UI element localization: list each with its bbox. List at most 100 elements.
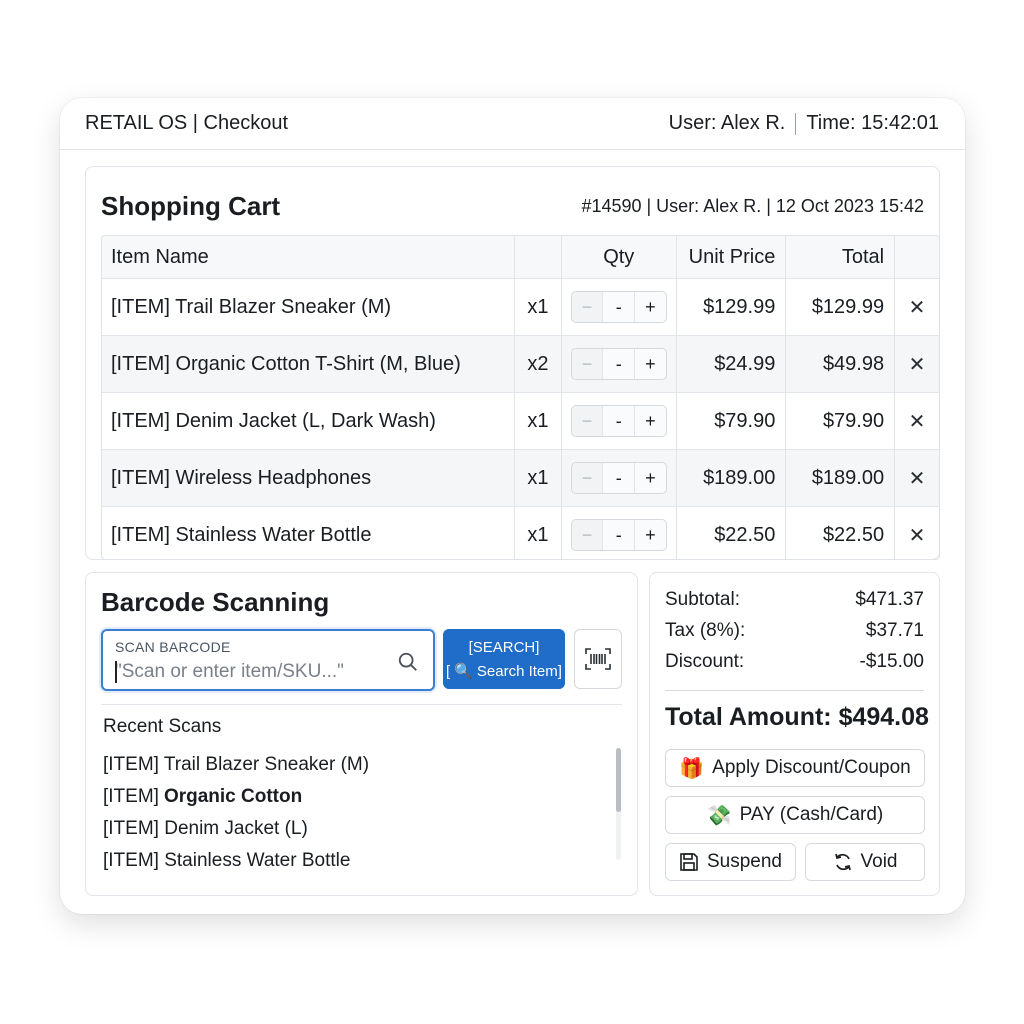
remove-item-button[interactable]: ✕ — [895, 507, 939, 559]
item-name: [ITEM] Trail Blazer Sneaker (M) — [102, 279, 515, 335]
search-button-label-row: [ 🔍 Search Item] — [443, 662, 565, 681]
line-total: $129.99 — [786, 279, 896, 335]
table-row: [ITEM] Stainless Water Bottle x1 − - + $… — [102, 506, 939, 559]
search-icon[interactable] — [397, 651, 419, 673]
item-qty: x1 — [515, 450, 562, 506]
barcode-scan-button[interactable] — [574, 629, 622, 689]
decrement-button[interactable]: - — [603, 520, 636, 550]
qty-cell: − - + — [562, 336, 677, 392]
increment-button[interactable]: + — [635, 463, 666, 493]
barcode-icon — [585, 648, 611, 670]
close-icon: ✕ — [908, 410, 926, 433]
column-unit-price: Unit Price — [677, 236, 787, 278]
discount-row: Discount: -$15.00 — [665, 651, 924, 673]
search-item-button[interactable]: [SEARCH] [ 🔍 Search Item] — [443, 629, 565, 689]
cart-table: Item Name Qty Unit Price Total [ITEM] Tr… — [101, 235, 940, 560]
search-button-label: Search Item] — [476, 662, 562, 680]
void-button[interactable]: Void — [805, 843, 925, 881]
barcode-input-label: SCAN BARCODE — [115, 639, 231, 655]
decrement-button[interactable]: - — [603, 463, 636, 493]
search-button-bracket: [ — [446, 662, 451, 680]
close-icon: ✕ — [908, 524, 926, 547]
magnifier-icon: 🔍 — [454, 663, 473, 680]
divider — [101, 704, 622, 705]
remove-item-button[interactable]: ✕ — [895, 450, 939, 506]
text-caret — [115, 661, 117, 683]
list-item[interactable]: [ITEM] Trail Blazer Sneaker (M) — [103, 749, 603, 781]
recent-scans-title: Recent Scans — [103, 716, 222, 737]
line-total: $79.90 — [786, 393, 896, 449]
tax-row: Tax (8%): $37.71 — [665, 620, 924, 642]
table-row: [ITEM] Trail Blazer Sneaker (M) x1 − - +… — [102, 278, 939, 335]
qty-cell: − - + — [562, 393, 677, 449]
decrement-disabled-button[interactable]: − — [571, 406, 604, 436]
discount-value: -$15.00 — [859, 651, 924, 672]
pay-label: PAY (Cash/Card) — [739, 804, 884, 825]
total-amount: Total Amount: $494.08 — [665, 703, 929, 731]
unit-price: $24.99 — [677, 336, 787, 392]
recent-scans-list: [ITEM] Trail Blazer Sneaker (M) [ITEM] Or… — [103, 749, 603, 877]
decrement-button[interactable]: - — [603, 349, 636, 379]
current-time: Time: 15:42:01 — [806, 112, 939, 134]
close-icon: ✕ — [908, 296, 926, 319]
tax-label: Tax (8%): — [665, 620, 746, 641]
column-remove — [895, 236, 939, 278]
search-button-top-label: [SEARCH] — [468, 639, 540, 656]
close-icon: ✕ — [908, 353, 926, 376]
column-count — [515, 236, 562, 278]
increment-button[interactable]: + — [635, 406, 666, 436]
unit-price: $189.00 — [677, 450, 787, 506]
increment-button[interactable]: + — [635, 292, 666, 322]
item-name: [ITEM] Wireless Headphones — [102, 450, 515, 506]
suspend-button[interactable]: Suspend — [665, 843, 796, 881]
qty-cell: − - + — [562, 450, 677, 506]
quantity-stepper: − - + — [570, 291, 667, 323]
item-name: [ITEM] Stainless Water Bottle — [102, 507, 515, 559]
unit-price: $79.90 — [677, 393, 787, 449]
current-user: User: Alex R. — [668, 112, 786, 134]
item-name: [ITEM] Denim Jacket (L, Dark Wash) — [102, 393, 515, 449]
app-title: RETAIL OS | Checkout — [85, 112, 289, 134]
list-item[interactable]: [ITEM] Stainless Water Bottle — [103, 845, 603, 877]
table-row: [ITEM] Wireless Headphones x1 − - + $189… — [102, 449, 939, 506]
item-qty: x1 — [515, 393, 562, 449]
column-item-name: Item Name — [102, 236, 515, 278]
unit-price: $22.50 — [677, 507, 787, 559]
table-row: [ITEM] Organic Cotton T-Shirt (M, Blue) … — [102, 335, 939, 392]
decrement-button[interactable]: - — [603, 292, 636, 322]
quantity-stepper: − - + — [570, 405, 667, 437]
apply-discount-button[interactable]: 🎁 Apply Discount/Coupon — [665, 749, 925, 787]
table-row: [ITEM] Denim Jacket (L, Dark Wash) x1 − … — [102, 392, 939, 449]
line-total: $22.50 — [786, 507, 896, 559]
decrement-disabled-button[interactable]: − — [571, 349, 604, 379]
save-icon — [680, 853, 698, 871]
column-qty: Qty — [562, 236, 677, 278]
list-item[interactable]: [ITEM] Denim Jacket (L) — [103, 813, 603, 845]
decrement-disabled-button[interactable]: − — [571, 520, 604, 550]
subtotal-label: Subtotal: — [665, 589, 740, 610]
tax-value: $37.71 — [865, 620, 924, 641]
scrollbar-thumb[interactable] — [616, 748, 621, 812]
remove-item-button[interactable]: ✕ — [895, 336, 939, 392]
list-item[interactable]: [ITEM] Organic Cotton — [103, 781, 603, 813]
remove-item-button[interactable]: ✕ — [895, 279, 939, 335]
decrement-disabled-button[interactable]: − — [571, 292, 604, 322]
decrement-button[interactable]: - — [603, 406, 636, 436]
decrement-disabled-button[interactable]: − — [571, 463, 604, 493]
close-icon: ✕ — [908, 467, 926, 490]
increment-button[interactable]: + — [635, 520, 666, 550]
pay-button[interactable]: 💸 PAY (Cash/Card) — [665, 796, 925, 834]
quantity-stepper: − - + — [570, 462, 667, 494]
line-total: $49.98 — [786, 336, 896, 392]
title-bar: RETAIL OS | Checkout User: Alex R. Time:… — [60, 98, 965, 150]
scan-panel-title: Barcode Scanning — [101, 587, 330, 617]
table-header-row: Item Name Qty Unit Price Total — [102, 236, 939, 278]
cart-title: Shopping Cart — [101, 190, 281, 221]
remove-item-button[interactable]: ✕ — [895, 393, 939, 449]
increment-button[interactable]: + — [635, 349, 666, 379]
barcode-input[interactable]: SCAN BARCODE "Scan or enter item/SKU..." — [101, 629, 435, 691]
checkout-window: RETAIL OS | Checkout User: Alex R. Time:… — [60, 98, 965, 914]
session-info: User: Alex R. Time: 15:42:01 — [669, 112, 939, 135]
subtotal-value: $471.37 — [855, 589, 924, 610]
transaction-meta: #14590 | User: Alex R. | 12 Oct 2023 15:… — [581, 195, 924, 216]
